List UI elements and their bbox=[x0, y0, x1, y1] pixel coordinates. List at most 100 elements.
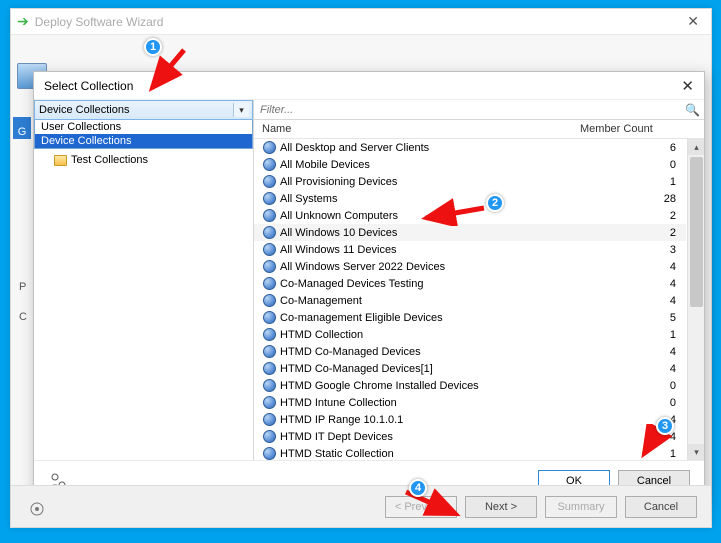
collection-icon bbox=[262, 209, 276, 223]
list-item[interactable]: HTMD Static Collection1 bbox=[254, 445, 686, 460]
list-item[interactable]: HTMD Collection1 bbox=[254, 326, 686, 343]
collection-icon bbox=[262, 430, 276, 444]
wizard-close-icon[interactable]: ✕ bbox=[681, 13, 705, 30]
list-item-count: 4 bbox=[592, 363, 680, 375]
search-icon[interactable]: 🔍 bbox=[685, 103, 700, 117]
annotation-badge-3: 3 bbox=[656, 417, 674, 435]
column-header-member-count[interactable]: Member Count bbox=[580, 123, 680, 135]
list-item[interactable]: All Windows 11 Devices3 bbox=[254, 241, 686, 258]
list-item-count: 4 bbox=[592, 278, 680, 290]
wizard-footer: < Previous Next > Summary Cancel bbox=[11, 485, 711, 527]
list-item-count: 4 bbox=[592, 261, 680, 273]
collection-list-panel: 🔍 Name Member Count All Desktop and Serv… bbox=[254, 100, 704, 460]
list-item[interactable]: All Systems28 bbox=[254, 190, 686, 207]
list-item-count: 0 bbox=[592, 159, 680, 171]
list-item-name: HTMD Static Collection bbox=[280, 448, 592, 460]
list-item-count: 28 bbox=[592, 193, 680, 205]
dialog-title: Select Collection bbox=[44, 79, 681, 93]
list-item[interactable]: All Windows Server 2022 Devices4 bbox=[254, 258, 686, 275]
wizard-titlebar: ➔ Deploy Software Wizard ✕ bbox=[11, 9, 711, 35]
list-item[interactable]: HTMD Google Chrome Installed Devices0 bbox=[254, 377, 686, 394]
list-item[interactable]: All Windows 10 Devices2 bbox=[254, 224, 686, 241]
collection-tree: Test Collections bbox=[34, 149, 253, 460]
list-item-name: All Windows Server 2022 Devices bbox=[280, 261, 592, 273]
wizard-step-general[interactable]: G bbox=[13, 117, 31, 139]
list-item-count: 1 bbox=[592, 329, 680, 341]
collection-icon bbox=[262, 311, 276, 325]
collection-icon bbox=[262, 175, 276, 189]
vertical-scrollbar[interactable]: ▴ ▾ bbox=[687, 139, 704, 460]
list-item[interactable]: Co-Managed Devices Testing4 bbox=[254, 275, 686, 292]
list-item[interactable]: Co-Management4 bbox=[254, 292, 686, 309]
scroll-up-arrow-icon[interactable]: ▴ bbox=[688, 139, 704, 155]
collection-icon bbox=[262, 260, 276, 274]
tree-item-test-collections[interactable]: Test Collections bbox=[54, 153, 247, 167]
filter-input[interactable] bbox=[258, 101, 681, 119]
annotation-badge-2: 2 bbox=[486, 194, 504, 212]
collection-type-panel: Device Collections ▾ User Collections De… bbox=[34, 100, 254, 460]
list-item-name: All Provisioning Devices bbox=[280, 176, 592, 188]
wizard-step-p: P bbox=[19, 281, 26, 293]
collection-icon bbox=[262, 243, 276, 257]
select-collection-dialog: Select Collection ✕ Device Collections ▾… bbox=[33, 71, 705, 501]
list-item-count: 0 bbox=[592, 380, 680, 392]
list-item[interactable]: HTMD Co-Managed Devices[1]4 bbox=[254, 360, 686, 377]
list-item-name: Co-Managed Devices Testing bbox=[280, 278, 592, 290]
list-item[interactable]: All Provisioning Devices1 bbox=[254, 173, 686, 190]
deploy-software-wizard-window: ➔ Deploy Software Wizard ✕ G P C Select … bbox=[10, 8, 712, 528]
collection-icon bbox=[262, 158, 276, 172]
summary-button: Summary bbox=[545, 496, 617, 518]
collection-icon bbox=[262, 294, 276, 308]
list-item-count: 4 bbox=[592, 346, 680, 358]
list-item-name: HTMD Co-Managed Devices bbox=[280, 346, 592, 358]
list-item[interactable]: HTMD Co-Managed Devices4 bbox=[254, 343, 686, 360]
list-item[interactable]: All Desktop and Server Clients6 bbox=[254, 139, 686, 156]
list-item-name: HTMD IP Range 10.1.0.1 bbox=[280, 414, 592, 426]
collection-icon bbox=[262, 226, 276, 240]
collection-icon bbox=[262, 192, 276, 206]
combobox-option-device-collections[interactable]: Device Collections bbox=[35, 134, 252, 148]
filter-bar: 🔍 bbox=[254, 100, 704, 120]
collection-icon bbox=[262, 362, 276, 376]
list-item-name: HTMD Google Chrome Installed Devices bbox=[280, 380, 592, 392]
column-header-name[interactable]: Name bbox=[262, 123, 580, 135]
next-button[interactable]: Next > bbox=[465, 496, 537, 518]
list-header: Name Member Count bbox=[254, 120, 704, 139]
list-item[interactable]: HTMD IT Dept Devices4 bbox=[254, 428, 686, 445]
scrollbar-thumb[interactable] bbox=[690, 157, 703, 307]
wizard-progress-icon bbox=[29, 501, 45, 517]
dialog-body: Device Collections ▾ User Collections De… bbox=[34, 100, 704, 460]
folder-icon bbox=[54, 155, 67, 166]
list-wrap: All Desktop and Server Clients6All Mobil… bbox=[254, 139, 704, 460]
collection-type-combobox[interactable]: Device Collections ▾ bbox=[34, 100, 253, 120]
annotation-badge-1: 1 bbox=[144, 38, 162, 56]
combobox-selected-label: Device Collections bbox=[39, 104, 129, 116]
wizard-cancel-button[interactable]: Cancel bbox=[625, 496, 697, 518]
list-item[interactable]: Co-management Eligible Devices5 bbox=[254, 309, 686, 326]
list-item-name: All Mobile Devices bbox=[280, 159, 592, 171]
list-item[interactable]: All Unknown Computers2 bbox=[254, 207, 686, 224]
tree-item-label: Test Collections bbox=[71, 154, 148, 166]
list-item-count: 2 bbox=[592, 210, 680, 222]
chevron-down-icon[interactable]: ▾ bbox=[233, 103, 249, 117]
list-item-name: All Desktop and Server Clients bbox=[280, 142, 592, 154]
dialog-close-icon[interactable]: ✕ bbox=[681, 77, 694, 95]
wizard-step-c: C bbox=[19, 311, 27, 323]
scroll-down-arrow-icon[interactable]: ▾ bbox=[688, 444, 704, 460]
list-item-name: HTMD Intune Collection bbox=[280, 397, 592, 409]
annotation-badge-4: 4 bbox=[409, 479, 427, 497]
wizard-title: Deploy Software Wizard bbox=[35, 15, 682, 29]
combobox-option-user-collections[interactable]: User Collections bbox=[35, 120, 252, 134]
collection-icon bbox=[262, 328, 276, 342]
list-item[interactable]: HTMD Intune Collection0 bbox=[254, 394, 686, 411]
list-item-name: All Windows 10 Devices bbox=[280, 227, 592, 239]
list-item-count: 5 bbox=[592, 312, 680, 324]
list-item[interactable]: HTMD IP Range 10.1.0.14 bbox=[254, 411, 686, 428]
list-item-name: All Systems bbox=[280, 193, 592, 205]
list-item-count: 6 bbox=[592, 142, 680, 154]
collection-icon bbox=[262, 379, 276, 393]
collection-icon bbox=[262, 447, 276, 461]
list-item-count: 4 bbox=[592, 295, 680, 307]
list-item[interactable]: All Mobile Devices0 bbox=[254, 156, 686, 173]
combobox-dropdown-list: User Collections Device Collections bbox=[34, 120, 253, 149]
